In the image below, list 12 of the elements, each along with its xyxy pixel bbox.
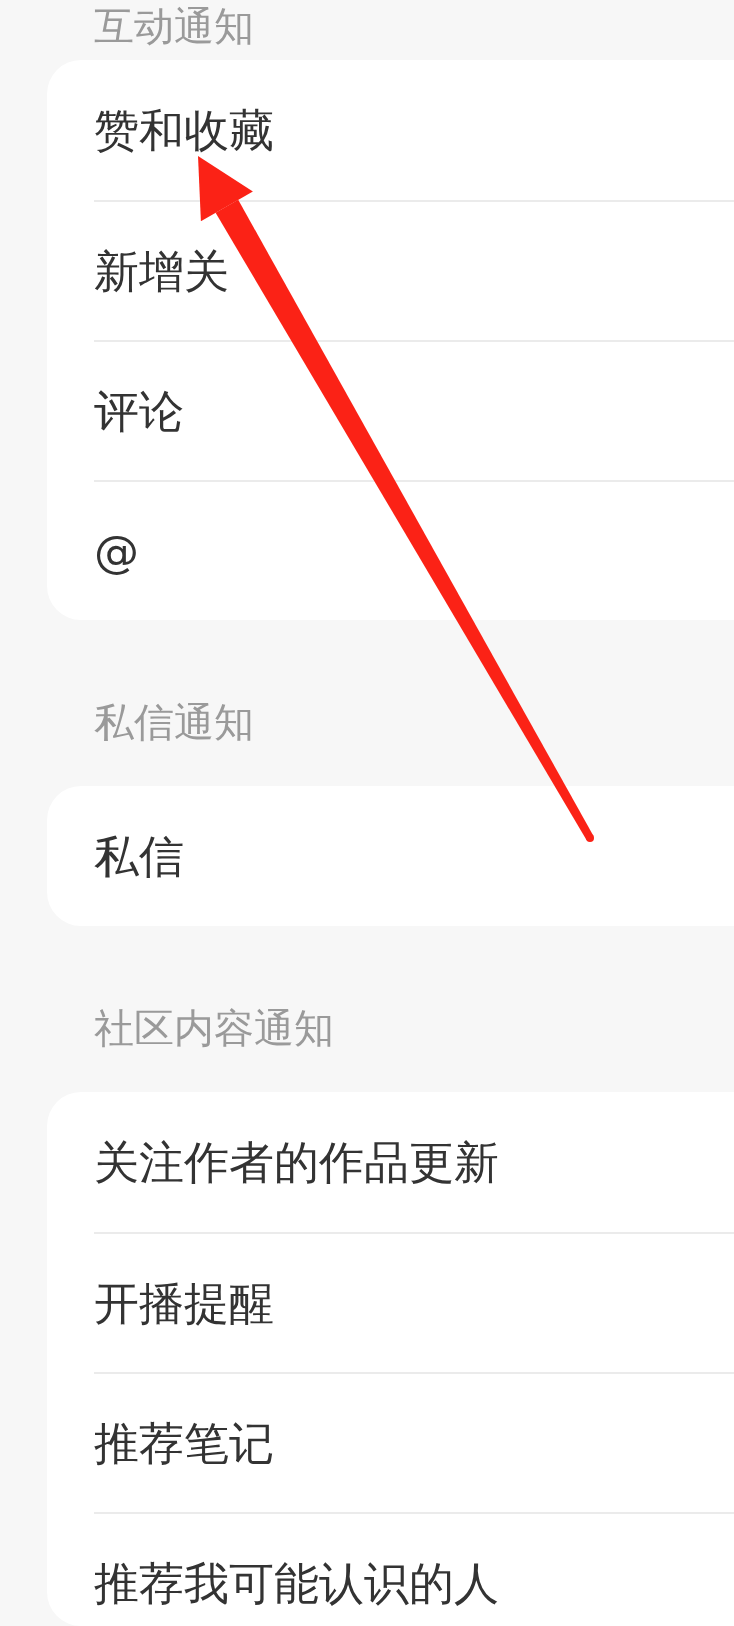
- section-header: 社区内容通知: [94, 1008, 334, 1048]
- section-header: 互动通知: [94, 6, 254, 46]
- settings-item[interactable]: 推荐我可能认识的人: [94, 1560, 499, 1606]
- settings-item[interactable]: 私信: [94, 833, 184, 879]
- settings-item[interactable]: 推荐笔记: [94, 1420, 274, 1466]
- settings-item[interactable]: 开播提醒: [94, 1280, 274, 1326]
- settings-item[interactable]: 关注作者的作品更新: [94, 1139, 499, 1185]
- settings-item[interactable]: @: [94, 528, 139, 574]
- settings-item[interactable]: 新增关: [94, 248, 229, 294]
- section-header: 私信通知: [94, 702, 254, 742]
- settings-item[interactable]: 赞和收藏: [94, 107, 274, 153]
- settings-item[interactable]: 评论: [94, 388, 184, 434]
